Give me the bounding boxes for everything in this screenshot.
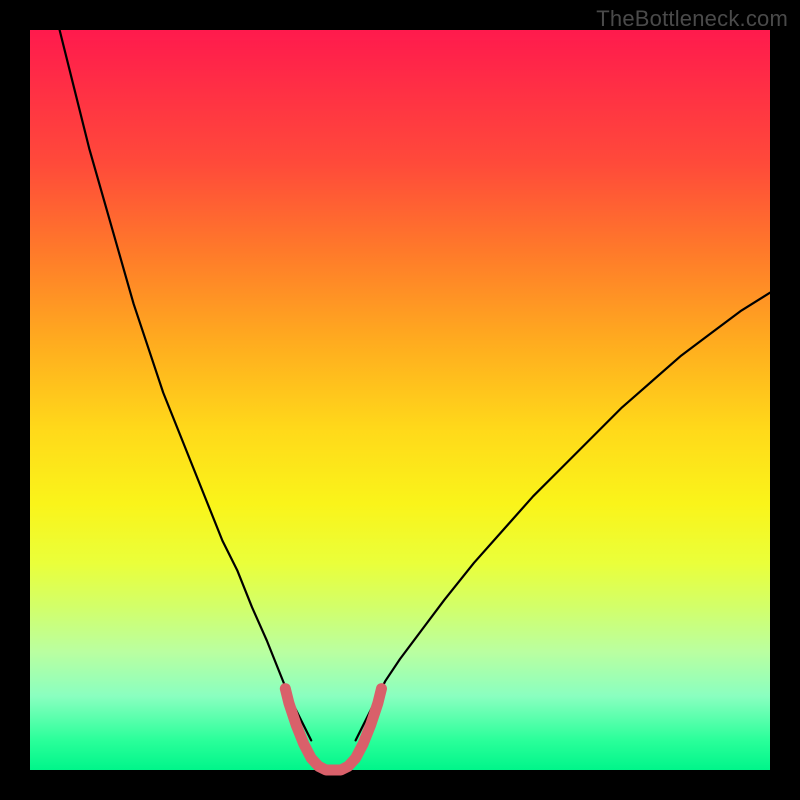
series-valley <box>285 689 381 770</box>
series-right-limb <box>356 293 770 741</box>
chart-frame: TheBottleneck.com <box>0 0 800 800</box>
chart-svg <box>30 30 770 770</box>
watermark-label: TheBottleneck.com <box>596 6 788 32</box>
series-left-limb <box>60 30 312 740</box>
plot-area <box>30 30 770 770</box>
